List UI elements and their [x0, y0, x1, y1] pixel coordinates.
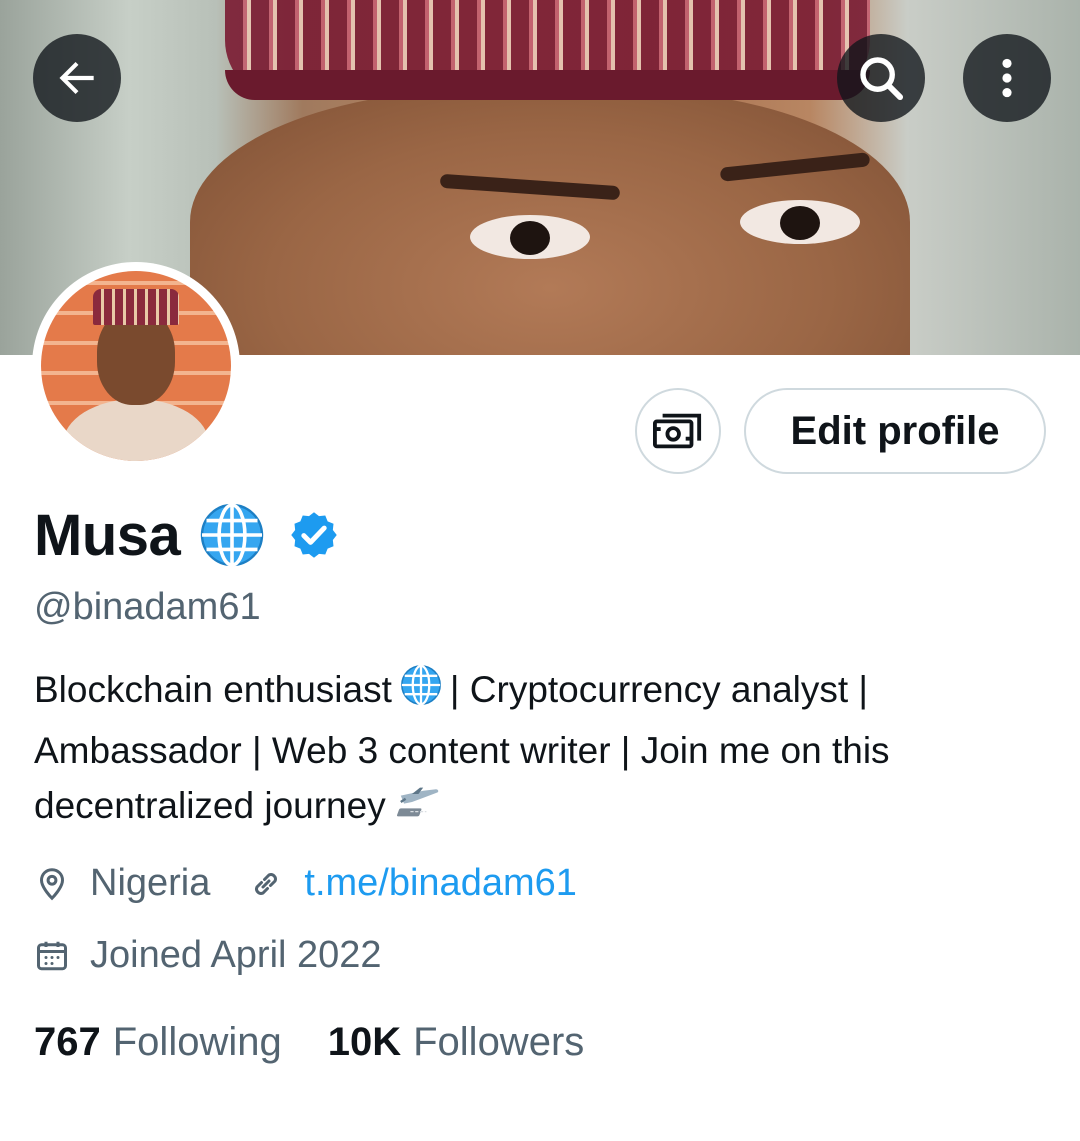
- following-label: Following: [112, 1020, 282, 1064]
- globe-icon: [398, 662, 444, 723]
- website-link[interactable]: t.me/binadam61: [304, 862, 577, 905]
- more-options-button[interactable]: [963, 34, 1051, 122]
- joined-row: Joined April 2022: [34, 934, 382, 977]
- bio-text-3: decentralized journey: [34, 785, 386, 826]
- bio: Blockchain enthusiast | Cryptocurrency a…: [34, 662, 1044, 837]
- followers-label: Followers: [413, 1020, 585, 1064]
- bio-text-2: Ambassador | Web 3 content writer | Join…: [34, 730, 890, 771]
- back-arrow-icon: [59, 61, 94, 95]
- bio-text-1a: Blockchain enthusiast: [34, 669, 392, 710]
- link-icon: [248, 866, 284, 902]
- tip-jar-icon: [653, 413, 702, 449]
- calendar-icon: [34, 938, 70, 974]
- search-button[interactable]: [837, 34, 925, 122]
- location-text: Nigeria: [90, 862, 211, 904]
- search-icon: [860, 57, 904, 101]
- handle: @binadam61: [34, 586, 261, 628]
- avatar[interactable]: [32, 262, 240, 470]
- tips-button[interactable]: [635, 388, 721, 474]
- edit-profile-button[interactable]: Edit profile: [744, 388, 1046, 474]
- more-vertical-icon: [1002, 58, 1012, 98]
- joined-text: Joined April 2022: [90, 934, 382, 976]
- profile-meta-row: Nigeria t.me/binadam61: [34, 862, 577, 905]
- following-count: 767: [34, 1020, 101, 1064]
- bio-text-1b: | Cryptocurrency analyst |: [449, 669, 869, 710]
- globe-icon: [196, 499, 268, 571]
- airplane-icon: [396, 782, 444, 837]
- display-name: Musa: [34, 502, 181, 568]
- followers-count: 10K: [327, 1020, 402, 1064]
- verified-badge-icon[interactable]: [288, 509, 340, 561]
- following-link[interactable]: 767 Following: [34, 1020, 282, 1065]
- follow-stats: 767 Following 10K Followers: [34, 1020, 584, 1065]
- followers-link[interactable]: 10K Followers: [328, 1020, 585, 1065]
- back-button[interactable]: [33, 34, 121, 122]
- name-row: Musa: [34, 500, 340, 570]
- location-pin-icon: [34, 866, 70, 902]
